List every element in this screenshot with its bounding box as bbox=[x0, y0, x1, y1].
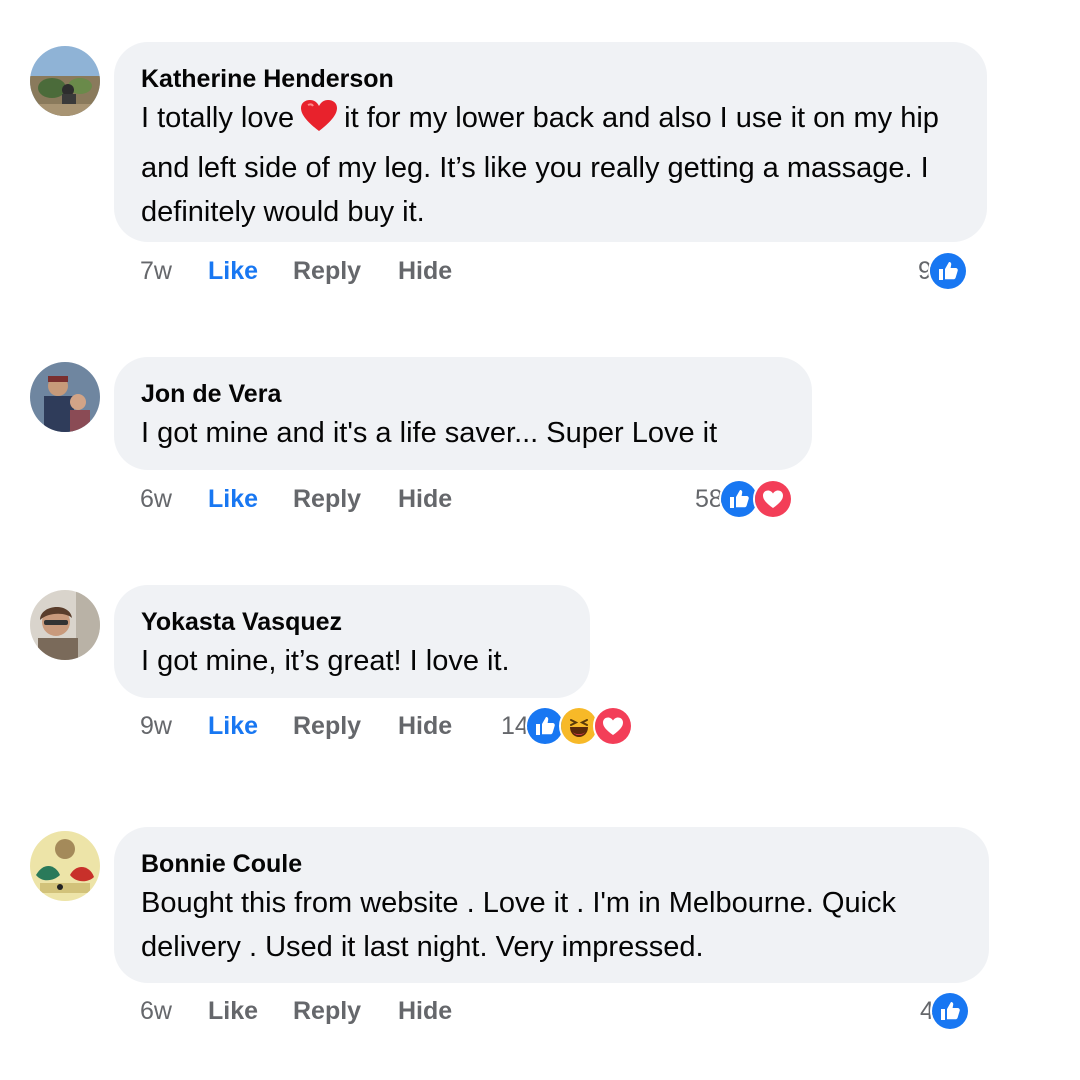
like-button[interactable]: Like bbox=[208, 485, 293, 514]
comment-actions: 7w Like Reply Hide bbox=[140, 251, 452, 291]
comment-timestamp[interactable]: 7w bbox=[140, 257, 208, 286]
reaction-summary[interactable]: 9 bbox=[918, 251, 968, 291]
like-button[interactable]: Like bbox=[208, 997, 293, 1026]
comment-bubble: Bonnie Coule Bought this from website . … bbox=[114, 827, 989, 983]
like-icon bbox=[927, 251, 968, 291]
reply-button[interactable]: Reply bbox=[293, 712, 398, 741]
avatar[interactable] bbox=[30, 831, 100, 901]
comment-author[interactable]: Jon de Vera bbox=[141, 379, 784, 409]
comment-actions: 9w Like Reply Hide bbox=[140, 706, 452, 746]
comment-text: Bought this from website . Love it . I'm… bbox=[141, 887, 897, 963]
reaction-summary[interactable]: 58 bbox=[695, 479, 793, 519]
comment-timestamp[interactable]: 9w bbox=[140, 712, 208, 741]
comment-timestamp[interactable]: 6w bbox=[140, 997, 208, 1026]
comment-text: I got mine and it's a life saver... Supe… bbox=[141, 417, 718, 449]
reply-button[interactable]: Reply bbox=[293, 997, 398, 1026]
comment-author[interactable]: Katherine Henderson bbox=[141, 64, 959, 94]
hide-button[interactable]: Hide bbox=[398, 485, 452, 514]
reaction-summary[interactable]: 4 bbox=[920, 991, 970, 1031]
avatar[interactable] bbox=[30, 362, 100, 432]
reply-button[interactable]: Reply bbox=[293, 257, 398, 286]
comment-text: I totally love it for my lower back and a… bbox=[141, 96, 959, 234]
reply-button[interactable]: Reply bbox=[293, 485, 398, 514]
comment-author[interactable]: Yokasta Vasquez bbox=[141, 607, 562, 637]
reaction-summary[interactable]: 14 bbox=[501, 706, 633, 746]
hide-button[interactable]: Hide bbox=[398, 712, 452, 741]
comment-author[interactable]: Bonnie Coule bbox=[141, 849, 961, 879]
comment-actions: 6w Like Reply Hide bbox=[140, 991, 452, 1031]
comment-bubble: Jon de Vera I got mine and it's a life s… bbox=[114, 357, 812, 470]
hide-button[interactable]: Hide bbox=[398, 997, 452, 1026]
comment-bubble: Katherine Henderson I totally love it for… bbox=[114, 42, 987, 242]
love-icon bbox=[752, 479, 793, 519]
comment-text: I got mine, it’s great! I love it. bbox=[141, 645, 510, 677]
comment-timestamp[interactable]: 6w bbox=[140, 485, 208, 514]
like-button[interactable]: Like bbox=[208, 257, 293, 286]
hide-button[interactable]: Hide bbox=[398, 257, 452, 286]
like-icon bbox=[929, 991, 970, 1031]
red-heart-emoji-icon bbox=[300, 99, 338, 146]
comment-actions: 6w Like Reply Hide bbox=[140, 479, 452, 519]
love-icon bbox=[592, 706, 633, 746]
avatar[interactable] bbox=[30, 590, 100, 660]
avatar[interactable] bbox=[30, 46, 100, 116]
like-button[interactable]: Like bbox=[208, 712, 293, 741]
comment-bubble: Yokasta Vasquez I got mine, it’s great! … bbox=[114, 585, 590, 698]
comment-text-start: I totally love bbox=[141, 102, 295, 134]
